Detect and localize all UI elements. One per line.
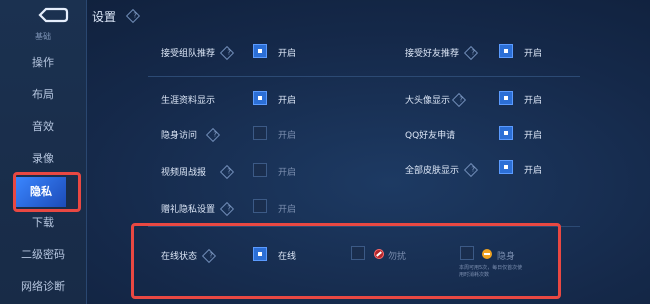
sidebar-item-secondary-password[interactable]: 二级密码 (0, 240, 86, 270)
page-title: 设置 (92, 10, 117, 24)
toggle-label: 开启 (524, 49, 543, 59)
sidebar-item-sound[interactable]: 音效 (0, 112, 86, 142)
checkbox-friend-recommend[interactable] (499, 44, 513, 58)
sidebar-item-partial[interactable]: 基础 (0, 30, 86, 44)
toggle-label: 开启 (524, 96, 543, 106)
checkbox-career-profile[interactable] (253, 91, 267, 105)
radio-invisible[interactable] (460, 246, 474, 260)
setting-label-qq-friend-request: QQ好友申请 (405, 131, 456, 141)
radio-do-not-disturb[interactable] (351, 246, 365, 260)
toggle-label: 开启 (278, 96, 297, 106)
help-icon[interactable]: ? (219, 164, 235, 180)
option-label-do-not-disturb: 勿扰 (388, 252, 407, 262)
sidebar-item-controls[interactable]: 操作 (0, 48, 86, 78)
setting-label-online-status: 在线状态 (161, 252, 198, 262)
do-not-disturb-icon (374, 249, 384, 259)
setting-label-weekly-video-report: 视频周战报 (161, 168, 207, 178)
sidebar-item-replay[interactable]: 录像 (0, 144, 86, 174)
sidebar: 基础 操作 布局 音效 录像 隐私 下载 二级密码 网络诊断 (0, 0, 87, 304)
toggle-label: 开启 (278, 168, 297, 178)
toggle-label: 开启 (278, 131, 297, 141)
toggle-label: 开启 (524, 166, 543, 176)
sidebar-item-network-diagnosis[interactable]: 网络诊断 (0, 272, 86, 302)
checkbox-all-skins[interactable] (499, 160, 513, 174)
invisible-icon (482, 249, 492, 259)
setting-label-large-avatar: 大头像显示 (405, 96, 451, 106)
help-icon[interactable]: ? (219, 45, 235, 61)
help-icon[interactable]: ? (205, 127, 221, 143)
checkbox-large-avatar[interactable] (499, 91, 513, 105)
toggle-label: 开启 (278, 49, 297, 59)
help-icon[interactable]: ? (463, 45, 479, 61)
setting-label-team-recommend: 接受组队推荐 (161, 49, 216, 59)
checkbox-weekly-video-report[interactable] (253, 163, 267, 177)
divider (148, 76, 580, 77)
setting-label-friend-recommend: 接受好友推荐 (405, 49, 460, 59)
invisible-usage-note-line2: 用时消耗次数 (459, 272, 490, 278)
checkbox-qq-friend-request[interactable] (499, 126, 513, 140)
option-label-online: 在线 (278, 252, 297, 262)
back-icon[interactable] (36, 6, 70, 24)
sidebar-item-layout[interactable]: 布局 (0, 80, 86, 110)
toggle-label: 开启 (524, 131, 543, 141)
help-icon[interactable]: ? (463, 162, 479, 178)
option-label-invisible: 隐身 (497, 252, 516, 262)
invisible-usage-note-line1: 本周可用5次，每日仅首次使 (459, 265, 523, 271)
highlight-frame-sidebar (13, 172, 81, 212)
sidebar-item-download[interactable]: 下载 (0, 208, 86, 238)
setting-label-all-skins: 全部皮肤显示 (405, 166, 460, 176)
help-icon[interactable]: ? (125, 8, 141, 24)
radio-online[interactable] (253, 247, 267, 261)
checkbox-invisible-visit[interactable] (253, 126, 267, 140)
checkbox-team-recommend[interactable] (253, 44, 267, 58)
help-icon[interactable]: ? (451, 92, 467, 108)
setting-label-gift-privacy: 赠礼隐私设置 (161, 205, 216, 215)
setting-label-invisible-visit: 隐身访问 (161, 131, 198, 141)
checkbox-gift-privacy[interactable] (253, 199, 267, 213)
setting-label-career-profile: 生涯资料显示 (161, 96, 216, 106)
toggle-label: 开启 (278, 205, 297, 215)
help-icon[interactable]: ? (219, 201, 235, 217)
